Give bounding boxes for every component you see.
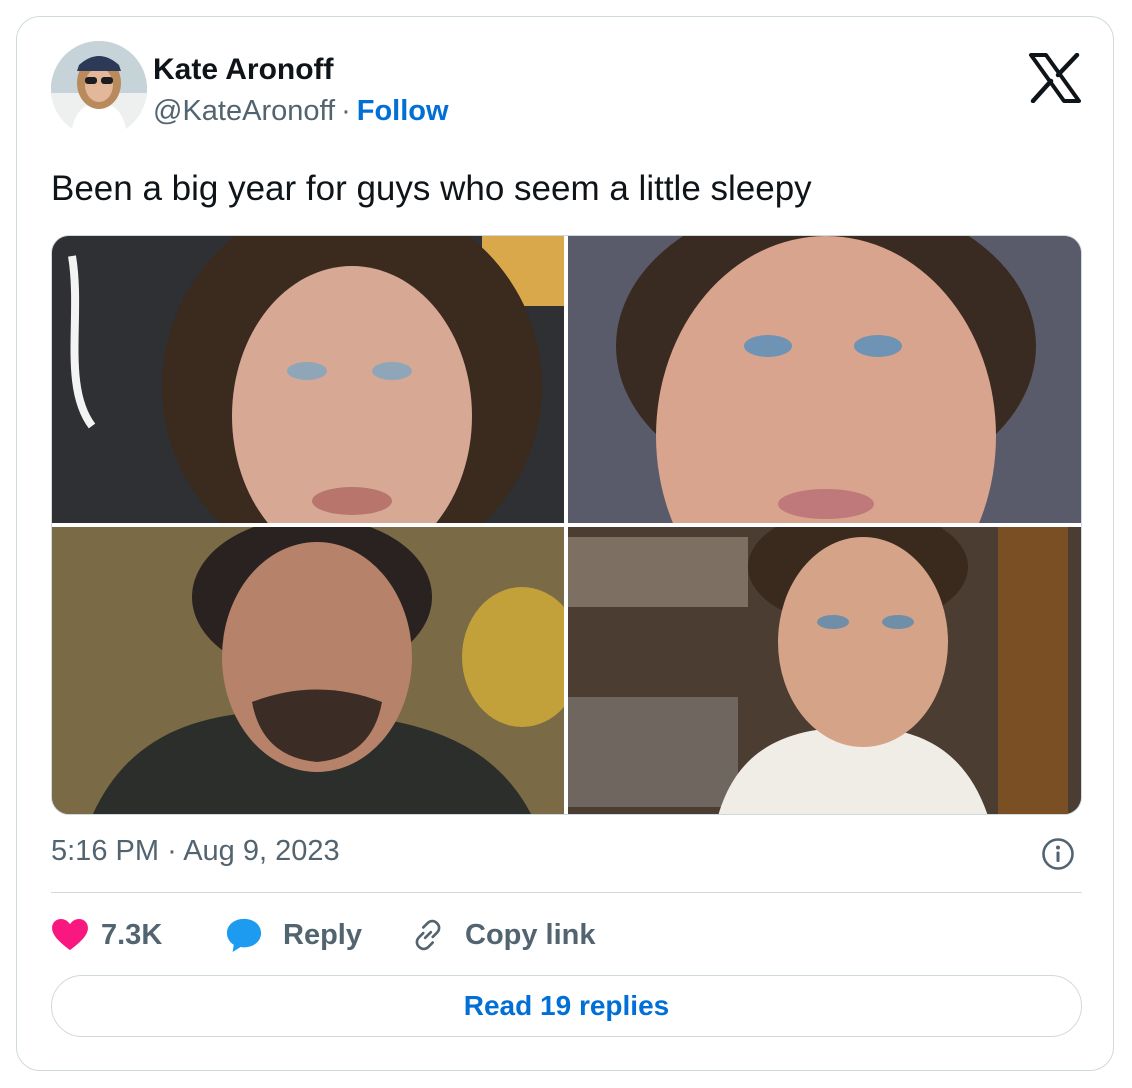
photo-1[interactable] (52, 236, 564, 523)
tweet-text: Been a big year for guys who seem a litt… (51, 169, 812, 208)
read-replies-button[interactable]: Read 19 replies (51, 975, 1082, 1037)
tweet-card: Kate Aronoff @KateAronoff · Follow Been a … (16, 16, 1114, 1071)
reply-label: Reply (283, 918, 362, 951)
tweet-date: Aug 9, 2023 (183, 835, 340, 867)
photo-2[interactable] (568, 236, 1081, 523)
link-icon (415, 919, 441, 951)
author-meta: @KateAronoff · Follow (153, 95, 449, 128)
tweet-timestamp[interactable]: 5:16 PM · Aug 9, 2023 (51, 835, 340, 868)
author-name[interactable]: Kate Aronoff (153, 53, 334, 87)
read-replies-label: Read 19 replies (463, 990, 670, 1021)
follow-button[interactable]: Follow (357, 95, 449, 127)
author-avatar[interactable] (51, 41, 147, 137)
like-button[interactable]: 7.3K (51, 915, 162, 955)
photo-4[interactable] (568, 527, 1081, 814)
timestamp-separator: · (167, 835, 177, 867)
copy-link-button[interactable]: Copy link (411, 915, 596, 955)
x-logo-icon[interactable] (1029, 52, 1081, 104)
like-count: 7.3K (101, 918, 163, 951)
info-icon[interactable] (1041, 837, 1075, 871)
photo-3[interactable] (52, 527, 564, 814)
divider (51, 892, 1082, 893)
copy-link-label: Copy link (465, 918, 596, 951)
media-grid (51, 235, 1082, 815)
author-handle[interactable]: @KateAronoff (153, 95, 335, 127)
meta-separator: · (341, 95, 351, 127)
reply-button[interactable]: Reply (225, 915, 362, 955)
tweet-time: 5:16 PM (51, 835, 159, 867)
speech-bubble-icon (226, 918, 262, 953)
heart-icon (52, 918, 88, 951)
